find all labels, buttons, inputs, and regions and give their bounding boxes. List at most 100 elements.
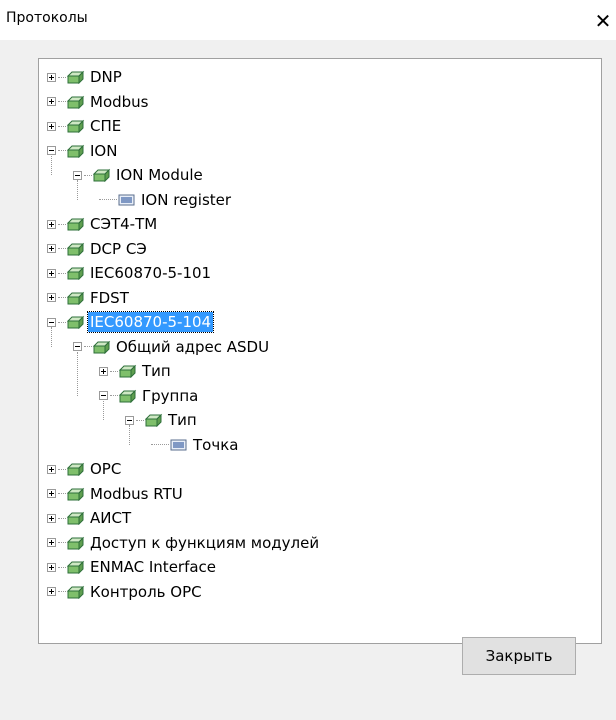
protocol-icon (67, 462, 85, 476)
tree-item[interactable]: FDST (47, 286, 131, 310)
protocol-icon (67, 266, 85, 280)
protocol-icon (67, 487, 85, 501)
expand-icon[interactable] (47, 513, 56, 523)
tree-item[interactable]: IEC60870-5-104 (47, 310, 215, 334)
tree-item[interactable]: ION (47, 139, 119, 163)
tree-connector (58, 566, 66, 568)
collapse-icon[interactable] (47, 146, 56, 155)
title-bar: Протоколы ✕ (0, 0, 616, 40)
collapse-icon[interactable] (73, 342, 82, 351)
collapse-icon[interactable] (73, 170, 82, 180)
tree-item-label: Тип (168, 411, 197, 429)
tree-connector (58, 125, 66, 127)
protocol-icon (119, 364, 137, 378)
tree-item[interactable]: DNP (47, 65, 124, 89)
protocol-icon (67, 95, 85, 109)
tree-item[interactable]: Тип (99, 359, 173, 383)
tree-item[interactable]: Доступ к функциям модулей (47, 531, 321, 555)
tree-connector (58, 542, 66, 543)
tree-item-label: СПЕ (90, 117, 122, 135)
tree-item-label: Доступ к функциям модулей (90, 533, 320, 552)
tree-item[interactable]: OPC (47, 457, 123, 481)
tree-item[interactable]: Контроль OPC (47, 580, 204, 604)
window-title: Протоколы (6, 10, 88, 26)
tree-item[interactable]: Группа (99, 384, 200, 408)
expand-icon[interactable] (47, 562, 56, 572)
tree-connector (84, 346, 92, 347)
tree-connector (77, 180, 78, 200)
tree-item-label: Modbus RTU (90, 484, 183, 503)
expand-icon[interactable] (47, 587, 56, 596)
tree-connector (58, 321, 66, 323)
protocol-icon (67, 70, 85, 84)
tree-item[interactable]: СЭТ4-ТМ (47, 212, 159, 236)
tree-item[interactable]: Общий адрес ASDU (73, 335, 271, 359)
close-button[interactable]: Закрыть (462, 637, 576, 675)
tree-connector (58, 468, 66, 470)
protocol-icon (67, 536, 85, 550)
expand-icon[interactable] (47, 464, 56, 474)
tree-item-label: Точка (193, 435, 239, 454)
tree-connector (110, 370, 118, 372)
tree-item-label: IEC60870-5-101 (90, 264, 212, 282)
tree-item-label: FDST (90, 288, 129, 307)
tree-item[interactable]: АИСТ (47, 506, 133, 530)
protocol-icon (67, 511, 85, 525)
tree-connector (99, 199, 117, 200)
tree-connector (51, 155, 52, 175)
tree-item-label: Тип (142, 362, 171, 380)
expand-icon[interactable] (47, 97, 56, 106)
tree-item-label: ENMAC Interface (90, 558, 217, 576)
protocol-icon (119, 389, 137, 403)
protocols-tree[interactable]: DNP Modbus СПЕ ION ION Module ION register СЭТ… (38, 58, 602, 644)
collapse-icon[interactable] (99, 391, 108, 400)
tree-connector (58, 297, 66, 298)
protocol-icon (67, 291, 85, 305)
tree-item-label: Общий адрес ASDU (116, 337, 270, 356)
tree-item[interactable]: Точка (151, 433, 240, 457)
expand-icon[interactable] (47, 72, 56, 82)
tree-item-label: ION (90, 141, 118, 160)
tree-item-label: Контроль OPC (90, 582, 202, 601)
protocol-icon (67, 217, 85, 231)
tree-connector (58, 223, 66, 225)
tree-item[interactable]: СПЕ (47, 114, 123, 138)
tree-item-label: ION register (141, 190, 232, 209)
tree-connector (103, 400, 104, 420)
expand-icon[interactable] (47, 219, 56, 229)
tree-item-label: Группа (142, 386, 199, 405)
expand-icon[interactable] (47, 121, 56, 131)
tree-connector (58, 101, 66, 102)
tree-item[interactable]: ION Module (73, 163, 205, 187)
expand-icon[interactable] (47, 244, 56, 253)
tree-connector (129, 425, 130, 445)
register-icon (170, 439, 187, 450)
tree-item[interactable]: Modbus RTU (47, 482, 185, 506)
expand-icon[interactable] (47, 489, 56, 498)
expand-icon[interactable] (47, 268, 56, 278)
tree-item-label: IEC60870-5-104 (86, 311, 215, 333)
tree-connector (58, 272, 66, 274)
tree-connector (84, 174, 92, 176)
tree-connector (58, 76, 66, 78)
collapse-icon[interactable] (125, 415, 134, 425)
tree-item[interactable]: Modbus (47, 90, 150, 114)
protocol-icon (67, 315, 85, 329)
expand-icon[interactable] (99, 366, 108, 376)
tree-item[interactable]: ENMAC Interface (47, 555, 218, 579)
tree-item[interactable]: IEC60870-5-101 (47, 261, 213, 285)
expand-icon[interactable] (47, 293, 56, 302)
tree-item-label: АИСТ (90, 509, 132, 527)
close-icon[interactable]: ✕ (590, 8, 616, 34)
tree-connector (58, 150, 66, 151)
expand-icon[interactable] (47, 538, 56, 547)
tree-item-label: OPC (90, 460, 122, 478)
tree-connector (58, 493, 66, 494)
tree-item[interactable]: Тип (125, 408, 199, 432)
tree-item-label: СЭТ4-ТМ (90, 215, 158, 233)
tree-connector (58, 591, 66, 592)
collapse-icon[interactable] (47, 317, 56, 327)
tree-connector (51, 327, 52, 347)
tree-item[interactable]: ION register (99, 188, 233, 212)
tree-item[interactable]: DCP СЭ (47, 237, 149, 261)
